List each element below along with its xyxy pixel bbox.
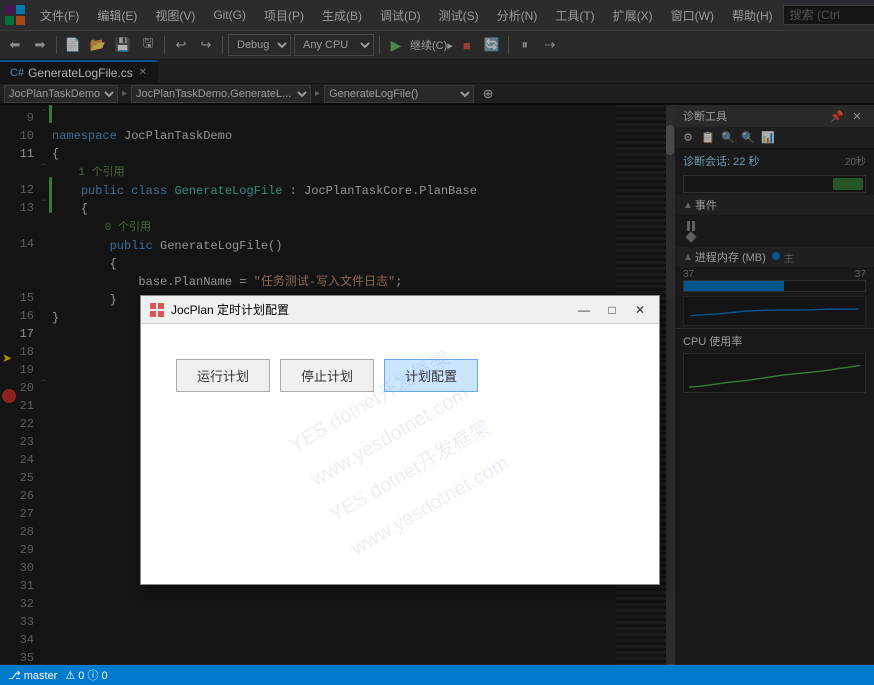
modal-minimize-button[interactable]: — bbox=[573, 300, 595, 320]
modal-overlay: JocPlan 定时计划配置 — □ ✕ 运行计划 停止计划 计划配置 YES … bbox=[0, 0, 874, 664]
modal-title-text: JocPlan 定时计划配置 bbox=[171, 301, 567, 318]
modal-body: 运行计划 停止计划 计划配置 YES dotnet开发框架 www.yesdot… bbox=[141, 324, 659, 584]
modal-window: JocPlan 定时计划配置 — □ ✕ 运行计划 停止计划 计划配置 YES … bbox=[140, 295, 660, 585]
run-plan-button[interactable]: 运行计划 bbox=[176, 359, 270, 392]
watermark-line3: YES dotnet开发框架 bbox=[322, 409, 499, 534]
status-errors: ⚠ 0 ⓘ 0 bbox=[65, 667, 107, 683]
stop-plan-button[interactable]: 停止计划 bbox=[280, 359, 374, 392]
modal-action-buttons: 运行计划 停止计划 计划配置 bbox=[161, 344, 639, 407]
modal-maximize-button[interactable]: □ bbox=[601, 300, 623, 320]
modal-titlebar: JocPlan 定时计划配置 — □ ✕ bbox=[141, 296, 659, 324]
config-plan-button[interactable]: 计划配置 bbox=[384, 359, 478, 392]
modal-title-icon bbox=[149, 302, 165, 318]
watermark-line4: www.yesdotnet.com bbox=[342, 443, 519, 568]
status-bar: ⎇ master ⚠ 0 ⓘ 0 bbox=[0, 665, 874, 685]
status-git: ⎇ master bbox=[8, 669, 57, 682]
modal-close-button[interactable]: ✕ bbox=[629, 300, 651, 320]
